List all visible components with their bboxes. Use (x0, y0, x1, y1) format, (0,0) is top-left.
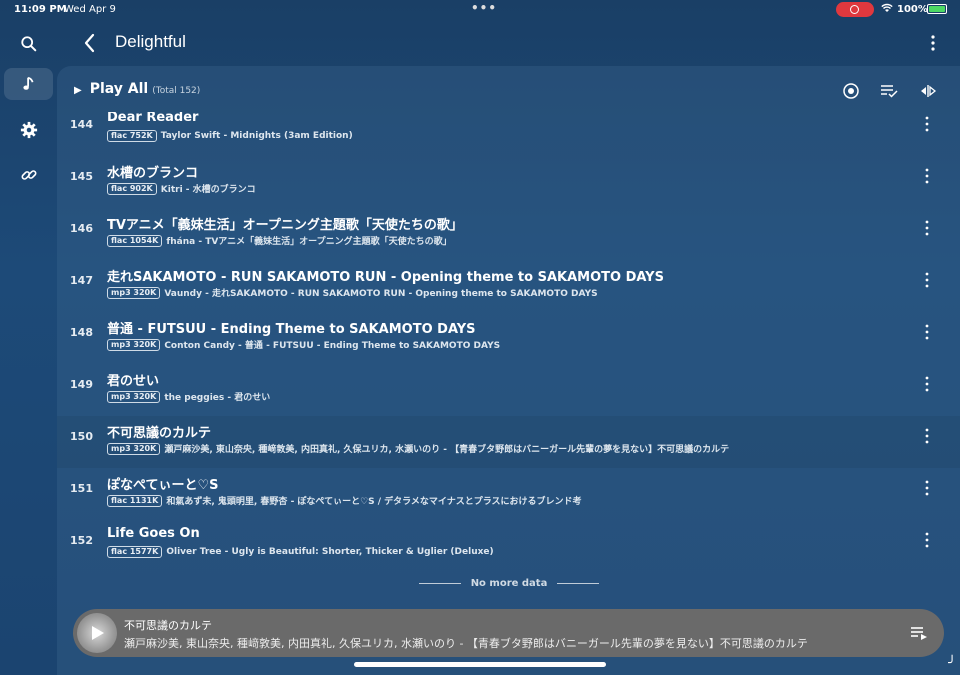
track-meta: Conton Candy - 普通 - FUTSUU - Ending Them… (164, 341, 501, 351)
format-badge: mp3 320K (107, 286, 161, 299)
track-meta: Taylor Swift - Midnights (3am Edition) (160, 131, 353, 141)
end-of-list-indicator: No more data (419, 578, 600, 589)
sidebar-item-link[interactable] (4, 159, 53, 191)
music-note-icon (22, 76, 33, 90)
track-meta: Kitri - 水槽のブランコ (160, 185, 256, 195)
multitask-dots-icon[interactable]: ••• (471, 1, 497, 15)
queue-list-icon[interactable] (910, 624, 928, 642)
format-badge: flac 1131K (107, 494, 163, 507)
track-meta: Oliver Tree - Ugly is Beautiful: Shorter… (166, 547, 494, 557)
track-row[interactable]: 144 Dear Reader flac 752K Taylor Swift - … (57, 112, 960, 156)
format-badge: flac 1054K (107, 234, 163, 247)
multi-select-icon[interactable] (880, 82, 898, 100)
play-all-button[interactable]: ▶ Play All (Total 152) (74, 81, 200, 97)
search-icon (20, 36, 36, 52)
sidebar-item-music[interactable] (4, 68, 53, 100)
track-number: 147 (70, 274, 93, 287)
sidebar-item-search[interactable] (4, 28, 53, 60)
format-badge: mp3 320K (107, 442, 161, 455)
sidebar (0, 20, 57, 675)
track-title: TVアニメ「義妹生活」オープニング主題歌「天使たちの歌」 (107, 218, 463, 233)
track-number: 145 (70, 170, 93, 183)
link-icon (21, 170, 36, 180)
battery-icon (927, 4, 947, 14)
now-playing-title: 不可思議のカルテ (124, 619, 212, 632)
home-indicator[interactable] (354, 662, 606, 667)
back-icon[interactable] (81, 32, 99, 54)
track-more-icon[interactable] (923, 272, 931, 288)
track-number: 149 (70, 378, 93, 391)
status-time: 11:09 PM (14, 4, 67, 15)
track-row[interactable]: 147 走れSAKAMOTO - RUN SAKAMOTO RUN - Open… (57, 260, 960, 312)
track-more-icon[interactable] (923, 324, 931, 340)
playlist-panel: ▶ Play All (Total 152) 144 Dear Reader f… (57, 66, 960, 675)
wifi-icon (881, 3, 893, 16)
track-number: 152 (70, 534, 93, 547)
track-more-icon[interactable] (923, 220, 931, 236)
track-list: 144 Dear Reader flac 752K Taylor Swift - … (57, 112, 960, 572)
track-meta: the peggies - 君のせい (164, 393, 271, 403)
track-total: (Total 152) (152, 86, 201, 96)
track-title: 不可思議のカルテ (107, 426, 212, 441)
track-row[interactable]: 148 普通 - FUTSUU - Ending Theme to SAKAMO… (57, 312, 960, 364)
play-icon: ▶ (74, 85, 82, 96)
track-title: ぽなぺてぃーと♡S (107, 478, 219, 493)
track-row[interactable]: 151 ぽなぺてぃーと♡S flac 1131K 和氣あず未, 鬼頭明里, 春野杏… (57, 468, 960, 520)
track-title: Life Goes On (107, 526, 200, 541)
track-number: 151 (70, 482, 93, 495)
locate-current-icon[interactable] (842, 82, 860, 100)
battery-percent: 100% (897, 4, 928, 15)
format-badge: flac 902K (107, 182, 157, 195)
track-title: 水槽のブランコ (107, 166, 199, 181)
mini-player[interactable]: 不可思議のカルテ 瀬戸麻沙美, 東山奈央, 種﨑敦美, 内田真礼, 久保ユリカ,… (73, 609, 944, 657)
track-more-icon[interactable] (923, 376, 931, 392)
status-bar: 11:09 PM Wed Apr 9 ••• 100% (0, 0, 960, 20)
screen-recording-icon[interactable] (836, 2, 874, 17)
now-playing-artist: 瀬戸麻沙美, 東山奈央, 種﨑敦美, 内田真礼, 久保ユリカ, 水瀬いのり - … (124, 637, 808, 650)
gear-icon (20, 121, 37, 139)
format-badge: flac 752K (107, 130, 157, 142)
track-more-icon[interactable] (923, 480, 931, 496)
album-art-play-button[interactable] (77, 613, 117, 653)
track-title: 普通 - FUTSUU - Ending Theme to SAKAMOTO D… (107, 322, 476, 337)
track-more-icon[interactable] (923, 532, 931, 548)
track-meta: fhána - TVアニメ「義妹生活」オープニング主題歌「天使たちの歌」 (166, 237, 452, 247)
track-number: 148 (70, 326, 93, 339)
track-row[interactable]: 152 Life Goes On flac 1577K Oliver Tree -… (57, 520, 960, 572)
end-of-list-text: No more data (470, 578, 548, 589)
track-more-icon[interactable] (923, 168, 931, 184)
track-more-icon[interactable] (923, 116, 931, 132)
track-number: 146 (70, 222, 93, 235)
track-more-icon[interactable] (923, 428, 931, 444)
format-badge: flac 1577K (107, 546, 163, 558)
track-number: 150 (70, 430, 93, 443)
format-badge: mp3 320K (107, 338, 161, 351)
track-meta: 和氣あず未, 鬼頭明里, 春野杏 - ぽなぺてぃーと♡S / デタラメなマイナス… (166, 497, 582, 507)
track-row-current[interactable]: 150 不可思議のカルテ mp3 320K 瀬戸麻沙美, 東山奈央, 種﨑敦美, … (57, 416, 960, 468)
track-row[interactable]: 149 君のせい mp3 320K the peggies - 君のせい (57, 364, 960, 416)
status-date: Wed Apr 9 (64, 4, 116, 15)
track-title: Dear Reader (107, 112, 199, 125)
track-row[interactable]: 145 水槽のブランコ flac 902K Kitri - 水槽のブランコ (57, 156, 960, 208)
page-title: Delightful (115, 32, 186, 51)
play-all-label: Play All (89, 81, 149, 97)
track-title: 君のせい (107, 374, 160, 389)
sidebar-item-settings[interactable] (4, 114, 53, 146)
sort-toggle-icon[interactable] (919, 82, 937, 100)
track-row[interactable]: 146 TVアニメ「義妹生活」オープニング主題歌「天使たちの歌」 flac 10… (57, 208, 960, 260)
header: Delightful (57, 20, 960, 66)
track-title: 走れSAKAMOTO - RUN SAKAMOTO RUN - Opening … (107, 270, 664, 285)
pencil-hover-icon: ╯ (948, 656, 956, 671)
track-meta: 瀬戸麻沙美, 東山奈央, 種﨑敦美, 内田真礼, 久保ユリカ, 水瀬いのり - … (164, 445, 730, 455)
more-options-icon[interactable] (928, 34, 938, 52)
track-number: 144 (70, 118, 93, 131)
format-badge: mp3 320K (107, 390, 161, 403)
track-meta: Vaundy - 走れSAKAMOTO - RUN SAKAMOTO RUN -… (164, 289, 598, 299)
